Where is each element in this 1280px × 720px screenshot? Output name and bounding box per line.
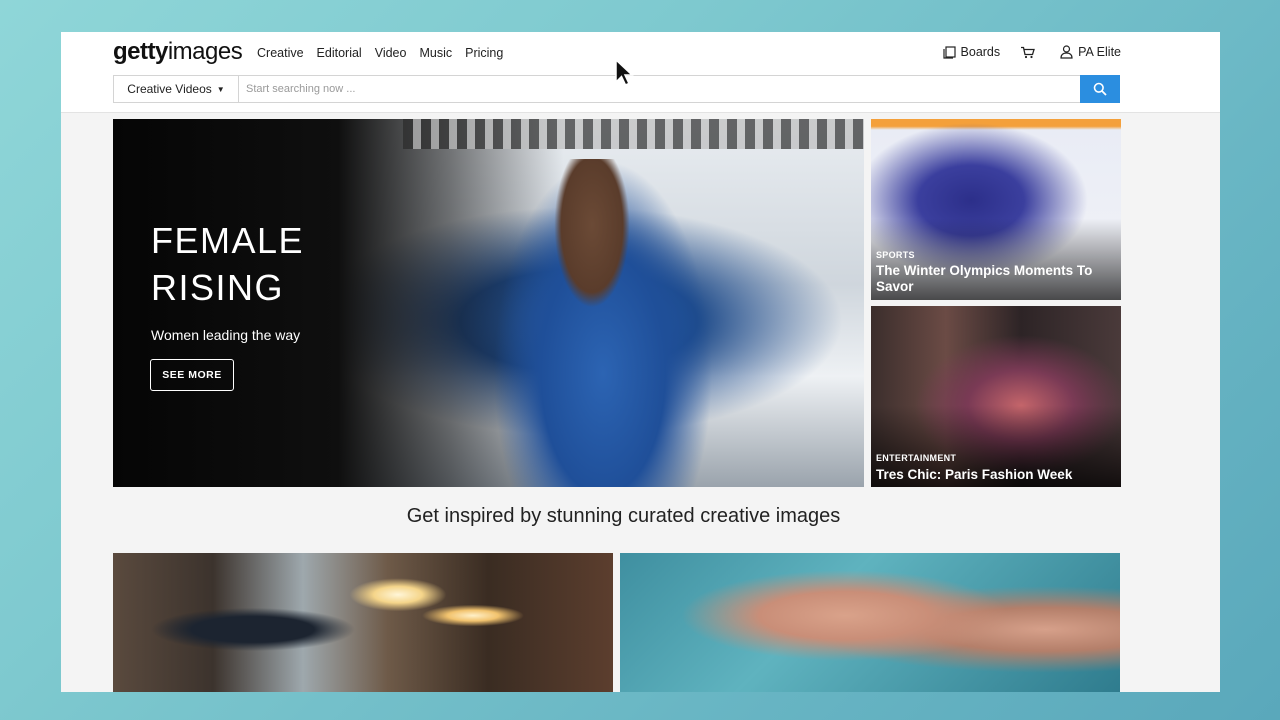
logo-text-getty: getty xyxy=(113,38,168,65)
boards-link[interactable]: Boards xyxy=(942,45,1001,59)
mouse-cursor-icon xyxy=(615,58,634,86)
section-heading: Get inspired by stunning curated creativ… xyxy=(406,505,841,527)
search-button[interactable] xyxy=(1080,75,1120,103)
main-nav: Creative Editorial Video Music Pricing xyxy=(257,46,516,60)
user-icon xyxy=(1060,45,1073,59)
curated-image-tile[interactable] xyxy=(113,553,613,692)
hero-image-pilot xyxy=(493,159,713,487)
nav-pricing[interactable]: Pricing xyxy=(465,46,503,60)
cart-icon xyxy=(1021,46,1036,58)
site-header: gettyimages Creative Editorial Video Mus… xyxy=(61,32,1220,113)
boards-icon xyxy=(942,45,956,59)
curated-image-tile[interactable] xyxy=(620,553,1120,692)
nav-creative[interactable]: Creative xyxy=(257,46,304,60)
account-nav: Boards PA Elite xyxy=(923,45,1121,59)
hero-title: FEMALE RISING xyxy=(151,217,304,311)
hero-title-line2: RISING xyxy=(151,267,285,308)
account-menu[interactable]: PA Elite xyxy=(1060,45,1121,59)
browser-page: gettyimages Creative Editorial Video Mus… xyxy=(61,32,1220,692)
see-more-button[interactable]: SEE MORE xyxy=(150,359,234,391)
feature-card-entertainment[interactable]: ENTERTAINMENT Tres Chic: Paris Fashion W… xyxy=(871,306,1121,487)
nav-editorial[interactable]: Editorial xyxy=(317,46,362,60)
search-category-dropdown[interactable]: Creative Videos ▼ xyxy=(114,76,239,102)
card-category: SPORTS xyxy=(876,250,915,260)
account-label: PA Elite xyxy=(1078,45,1121,59)
search-category-label: Creative Videos xyxy=(127,82,212,96)
feature-card-sports[interactable]: SPORTS The Winter Olympics Moments To Sa… xyxy=(871,119,1121,300)
logo-text-images: images xyxy=(167,38,243,65)
hero-subtitle: Women leading the way xyxy=(151,327,301,343)
nav-music[interactable]: Music xyxy=(419,46,452,60)
hero-image-cockpit-panel xyxy=(403,119,864,149)
nav-video[interactable]: Video xyxy=(375,46,407,60)
card-title: Tres Chic: Paris Fashion Week xyxy=(876,467,1073,482)
hero-title-line1: FEMALE xyxy=(151,220,305,261)
boards-label: Boards xyxy=(960,45,1001,59)
search-input[interactable] xyxy=(239,76,1119,102)
card-category: ENTERTAINMENT xyxy=(876,453,957,463)
hero-banner[interactable]: FEMALE RISING Women leading the way SEE … xyxy=(113,119,864,487)
caret-down-icon: ▼ xyxy=(216,84,225,94)
search-icon xyxy=(1093,82,1107,96)
cart-button[interactable] xyxy=(1020,46,1040,59)
card-title: The Winter Olympics Moments To Savor xyxy=(876,263,1093,294)
getty-images-logo[interactable]: gettyimages xyxy=(113,38,243,66)
